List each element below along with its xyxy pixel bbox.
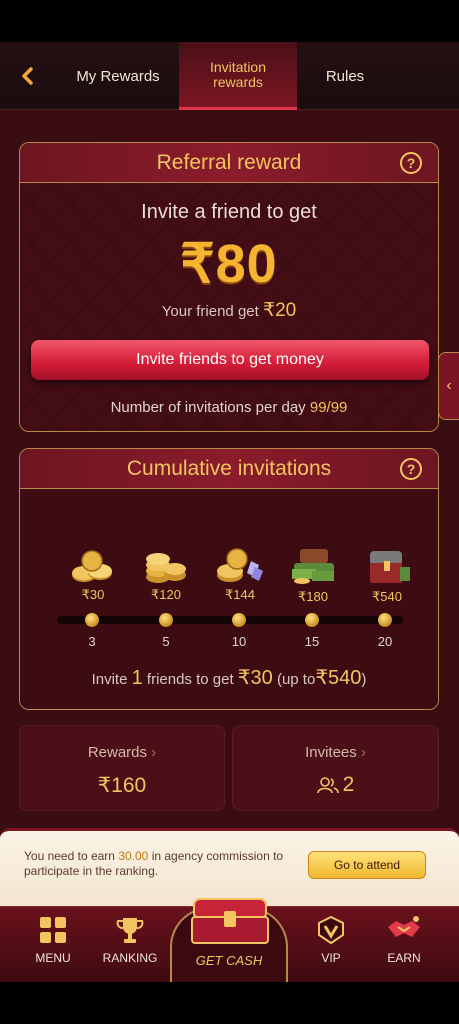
nav-item-menu[interactable]: MENU — [18, 915, 88, 965]
users-icon — [316, 777, 339, 794]
go-to-attend-button[interactable]: Go to attend — [308, 851, 426, 879]
summary-suffix-close: ) — [361, 671, 367, 688]
nav-get-cash-label: GET CASH — [195, 953, 263, 968]
invite-friends-button[interactable]: Invite friends to get money — [31, 340, 429, 380]
back-button[interactable] — [14, 62, 42, 90]
milestone-dot — [305, 613, 319, 627]
invitees-stat-value: 2 — [342, 773, 355, 796]
cumulative-card-body: ₹30 ₹120 ₹144 ₹180 ₹540 3 5 10 15 20 Inv… — [20, 489, 438, 709]
reward-tier: ₹540 — [357, 547, 417, 605]
back-arrow-icon — [22, 67, 33, 85]
summary-suffix-open: (up to — [276, 671, 316, 688]
tier-reward: ₹180 — [298, 589, 328, 604]
tab-my-rewards[interactable]: My Rewards — [62, 42, 174, 110]
summary-middle: friends to get — [146, 671, 234, 688]
treasure-chest-icon — [370, 551, 410, 583]
cumulative-card-title: Cumulative invitations — [126, 456, 332, 480]
vip-badge-icon — [318, 915, 344, 945]
invitees-stat-label: Invitees — [305, 744, 357, 761]
nav-item-vip[interactable]: VIP — [296, 915, 366, 965]
milestone-dot — [85, 613, 99, 627]
friend-get-amount: ₹20 — [262, 300, 297, 321]
referral-card-header: Referral reward ? — [20, 143, 438, 183]
app-screen: My Rewards Invitation rewards Rules Refe… — [0, 42, 459, 982]
cash-chest-icon — [292, 549, 334, 584]
coins-gems-icon — [217, 548, 263, 582]
milestone-count: 10 — [231, 634, 247, 649]
summary-prefix: Invite — [91, 671, 128, 688]
friend-get-line: Your friend get ₹20 — [20, 299, 438, 322]
side-panel-handle[interactable]: ‹ — [438, 352, 459, 420]
nav-earn-label: EARN — [387, 951, 421, 965]
chevron-right-icon: › — [360, 744, 366, 761]
summary-max: ₹540 — [315, 667, 362, 689]
tab-my-rewards-label: My Rewards — [76, 67, 160, 85]
invitees-stat-label-row: Invitees › — [233, 744, 438, 761]
progress-track — [57, 616, 403, 624]
treasure-chest-icon — [191, 898, 269, 944]
milestone-count: 15 — [304, 634, 320, 649]
nav-vip-label: VIP — [321, 951, 341, 965]
tab-rules[interactable]: Rules — [300, 42, 390, 110]
milestone-count: 20 — [377, 634, 393, 649]
referral-card-title: Referral reward — [156, 150, 302, 174]
referral-amount: ₹80 — [180, 234, 278, 294]
per-day-count: 99/99 — [309, 399, 348, 416]
rewards-stat-label: Rewards — [87, 744, 147, 761]
milestone-count: 5 — [162, 634, 170, 649]
menu-grid-icon — [40, 917, 66, 943]
tab-rules-label: Rules — [325, 67, 365, 85]
notice-text: You need to earn 30.00 in agency commiss… — [24, 849, 294, 879]
tier-reward: ₹120 — [151, 587, 181, 602]
tier-reward: ₹144 — [225, 587, 255, 602]
rewards-stat-card[interactable]: Rewards › ₹160 — [19, 725, 225, 811]
milestone-dot — [232, 613, 246, 627]
tab-invitation-rewards-label: Invitation rewards — [209, 58, 267, 90]
invitees-stat-value-row: 2 — [233, 773, 438, 797]
cumulative-invitations-card: Cumulative invitations ? ₹30 ₹120 ₹144 ₹… — [19, 448, 439, 710]
invitees-stat-card[interactable]: Invitees › 2 — [232, 725, 439, 811]
nav-item-ranking[interactable]: RANKING — [95, 915, 165, 965]
bottom-nav: MENU RANKING GET CASH VIP EARN — [0, 898, 459, 982]
invitations-per-day: Number of invitations per day 99/99 — [20, 399, 438, 416]
notice-text-before: You need to earn — [24, 849, 115, 863]
nav-ranking-label: RANKING — [102, 951, 158, 965]
summary-amount: ₹30 — [237, 667, 273, 689]
notice-amount: 30.00 — [118, 849, 149, 863]
per-day-label: Number of invitations per day — [110, 399, 306, 416]
nav-item-earn[interactable]: EARN — [369, 915, 439, 965]
tier-reward: ₹30 — [81, 587, 105, 602]
milestone-dot — [378, 613, 392, 627]
reward-tier: ₹30 — [63, 547, 123, 603]
cumulative-summary: Invite 1 friends to get ₹30 (up to₹540) — [20, 665, 438, 690]
rewards-stat-value: ₹160 — [97, 774, 147, 797]
invite-friend-text: Invite a friend to get — [141, 201, 317, 223]
nav-menu-label: MENU — [35, 951, 71, 965]
coins-icon — [72, 550, 112, 582]
friend-get-label: Your friend get — [161, 303, 259, 320]
rewards-stat-label-row: Rewards › — [20, 744, 224, 761]
coin-stack-icon — [146, 553, 186, 583]
summary-count: 1 — [131, 667, 143, 689]
top-bar: My Rewards Invitation rewards Rules — [0, 42, 459, 110]
reward-tier: ₹180 — [283, 547, 343, 605]
referral-card-body: Invite a friend to get ₹80 Your friend g… — [20, 183, 438, 431]
help-icon[interactable]: ? — [400, 458, 422, 480]
reward-tier: ₹144 — [210, 547, 270, 603]
milestone-dot — [159, 613, 173, 627]
milestone-count: 3 — [88, 634, 96, 649]
chevron-left-icon: ‹ — [446, 377, 452, 394]
tab-invitation-rewards[interactable]: Invitation rewards — [179, 42, 297, 110]
reward-tier: ₹120 — [136, 547, 196, 603]
tier-reward: ₹540 — [372, 589, 402, 604]
cumulative-card-header: Cumulative invitations ? — [20, 449, 438, 489]
help-icon[interactable]: ? — [400, 152, 422, 174]
chevron-right-icon: › — [151, 744, 157, 761]
handshake-icon — [388, 916, 420, 937]
nav-item-get-cash[interactable]: GET CASH — [170, 898, 288, 982]
trophy-icon — [116, 918, 144, 943]
referral-reward-card: Referral reward ? Invite a friend to get… — [19, 142, 439, 432]
